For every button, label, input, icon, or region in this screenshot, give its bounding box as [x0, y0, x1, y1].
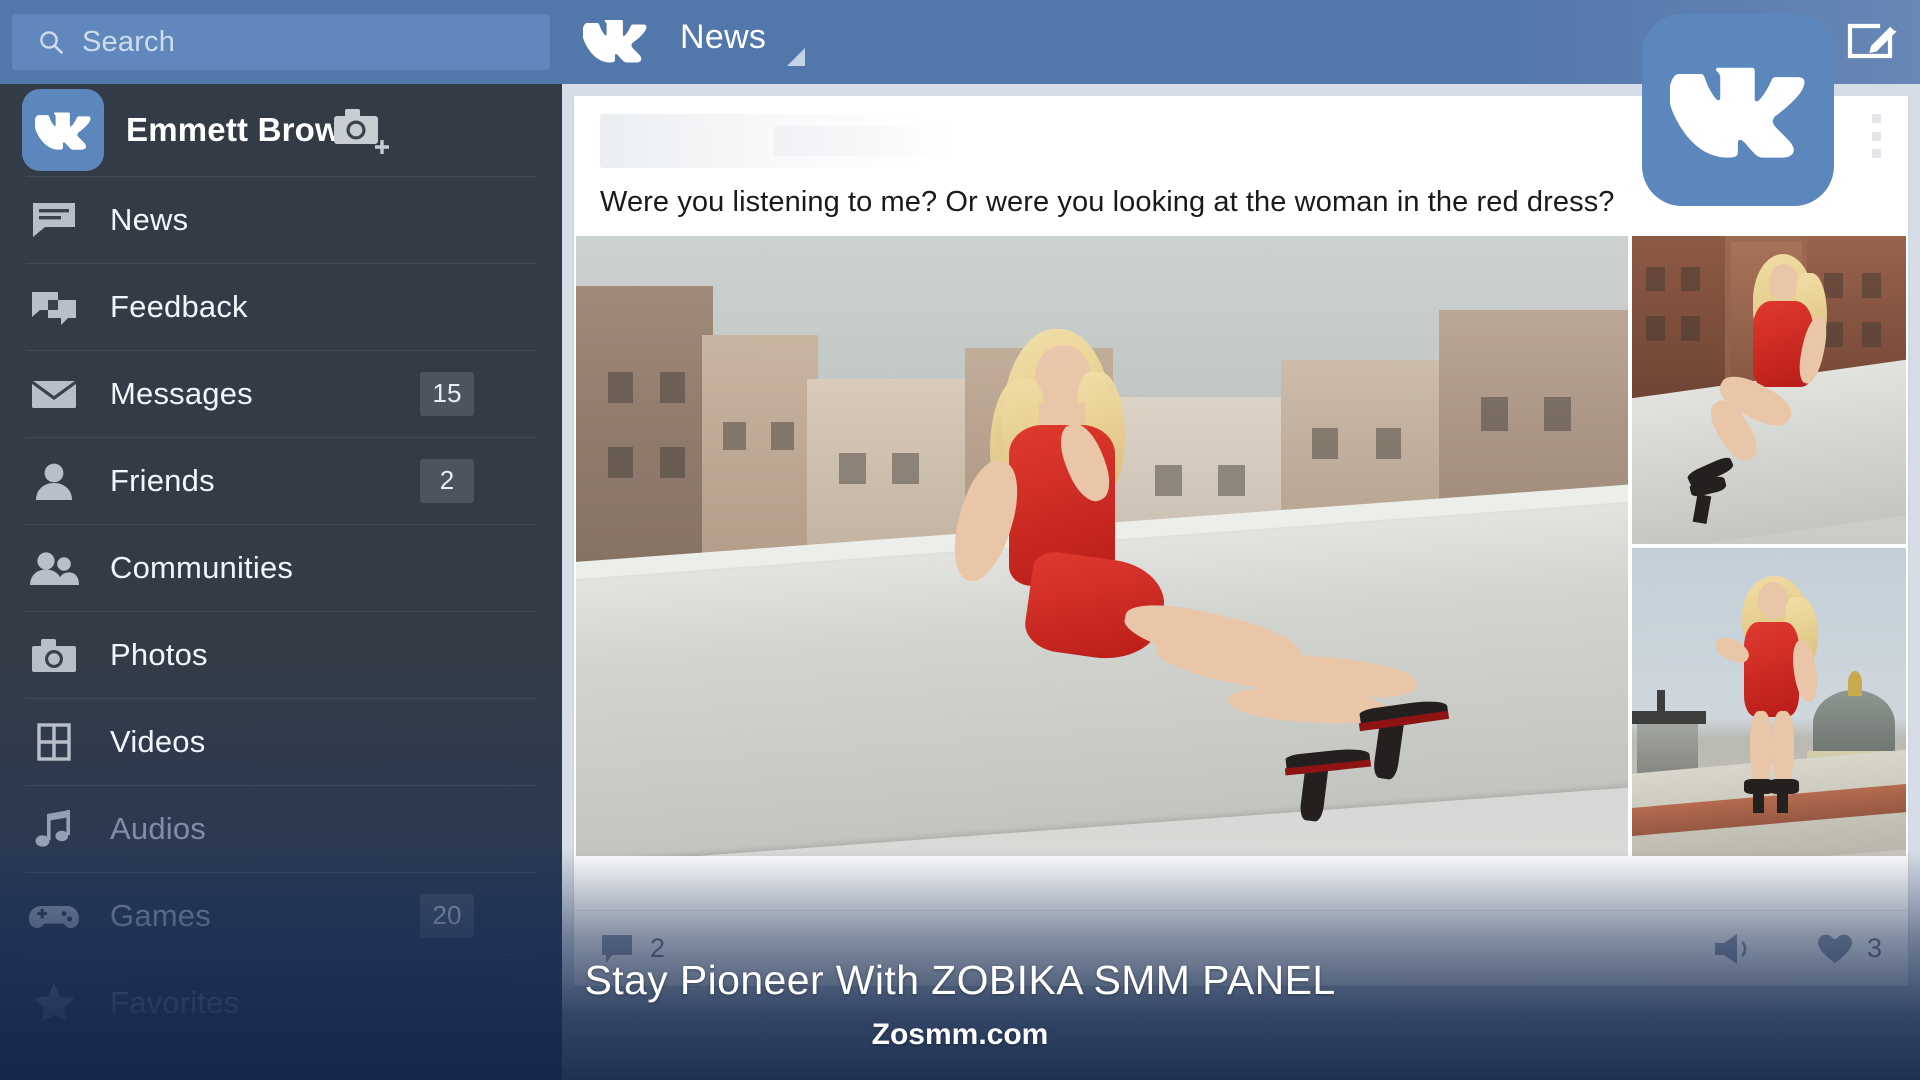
share-button[interactable]: [1713, 933, 1751, 965]
star-icon: [26, 978, 82, 1028]
comment-button[interactable]: 2: [600, 933, 665, 965]
music-note-icon: [26, 804, 82, 854]
sidebar-item-favorites[interactable]: Favorites: [0, 959, 562, 1046]
camera-icon: [26, 630, 82, 680]
like-button[interactable]: 3: [1817, 933, 1882, 965]
vk-logo-icon: [1642, 14, 1834, 206]
sidebar-item-label: Feedback: [110, 288, 248, 324]
post-card: Were you listening to me? Or were you lo…: [574, 96, 1908, 986]
comment-icon: [600, 933, 634, 965]
profile-name: Emmett Brown: [126, 111, 362, 148]
sidebar-item-label: Videos: [110, 723, 206, 759]
sidebar-item-label: News: [110, 201, 189, 237]
news-icon: [26, 195, 82, 245]
search-input[interactable]: Search: [12, 14, 550, 70]
comment-count: 2: [650, 933, 666, 963]
camera-add-icon[interactable]: [332, 104, 394, 156]
sidebar-item-news[interactable]: News: [0, 176, 562, 263]
share-icon: [1713, 933, 1751, 965]
news-feed: Were you listening to me? Or were you lo…: [562, 84, 1920, 1080]
sidebar-item-label: Audios: [110, 810, 206, 846]
gamepad-icon: [26, 891, 82, 941]
sidebar-item-photos[interactable]: Photos: [0, 611, 562, 698]
feed-title[interactable]: News: [680, 18, 766, 57]
search-placeholder: Search: [82, 25, 176, 58]
post-actions: 2 3: [574, 910, 1908, 986]
person-icon: [26, 456, 82, 506]
sidebar-item-audios[interactable]: Audios: [0, 785, 562, 872]
sidebar-item-label: Communities: [110, 549, 294, 585]
sidebar-item-label: Photos: [110, 636, 208, 672]
chevron-down-icon[interactable]: [787, 48, 805, 66]
vk-logo-icon[interactable]: [583, 14, 647, 66]
sidebar-item-friends[interactable]: Friends 2: [0, 437, 562, 524]
post-photo-thumb-1[interactable]: [1632, 236, 1906, 544]
post-photo-thumb-2[interactable]: [1632, 548, 1906, 856]
top-bar: Search News: [0, 0, 1920, 84]
post-photo-column: [1632, 236, 1906, 856]
vk-app-window: Search News Emmett Brown News Feedback M…: [0, 0, 1920, 1080]
sidebar-item-communities[interactable]: Communities: [0, 524, 562, 611]
sidebar-navigation: Emmett Brown News Feedback Messages 15 F…: [0, 84, 562, 1080]
post-photo-main[interactable]: [576, 236, 1628, 856]
friends-badge: 2: [420, 458, 474, 503]
sidebar-item-label: Favorites: [110, 984, 240, 1020]
like-count: 3: [1866, 933, 1882, 963]
envelope-icon: [26, 369, 82, 419]
people-icon: [26, 543, 82, 593]
messages-badge: 15: [420, 371, 474, 416]
post-photo-grid: [574, 236, 1908, 856]
avatar: [22, 89, 104, 171]
feedback-icon: [26, 282, 82, 332]
sidebar-item-videos[interactable]: Videos: [0, 698, 562, 785]
search-icon: [38, 29, 64, 55]
more-vertical-icon[interactable]: [1872, 114, 1882, 158]
sidebar-item-profile[interactable]: Emmett Brown: [0, 84, 562, 176]
sidebar-item-messages[interactable]: Messages 15: [0, 350, 562, 437]
video-icon: [26, 717, 82, 767]
heart-icon: [1817, 933, 1853, 965]
sidebar-item-label: Games: [110, 897, 211, 933]
sidebar-item-games[interactable]: Games 20: [0, 872, 562, 959]
sidebar-item-label: Messages: [110, 375, 253, 411]
sidebar-item-feedback[interactable]: Feedback: [0, 263, 562, 350]
games-badge: 20: [420, 893, 474, 938]
post-meta-block: [774, 126, 954, 156]
sidebar-item-label: Friends: [110, 462, 215, 498]
compose-button[interactable]: [1844, 12, 1902, 66]
